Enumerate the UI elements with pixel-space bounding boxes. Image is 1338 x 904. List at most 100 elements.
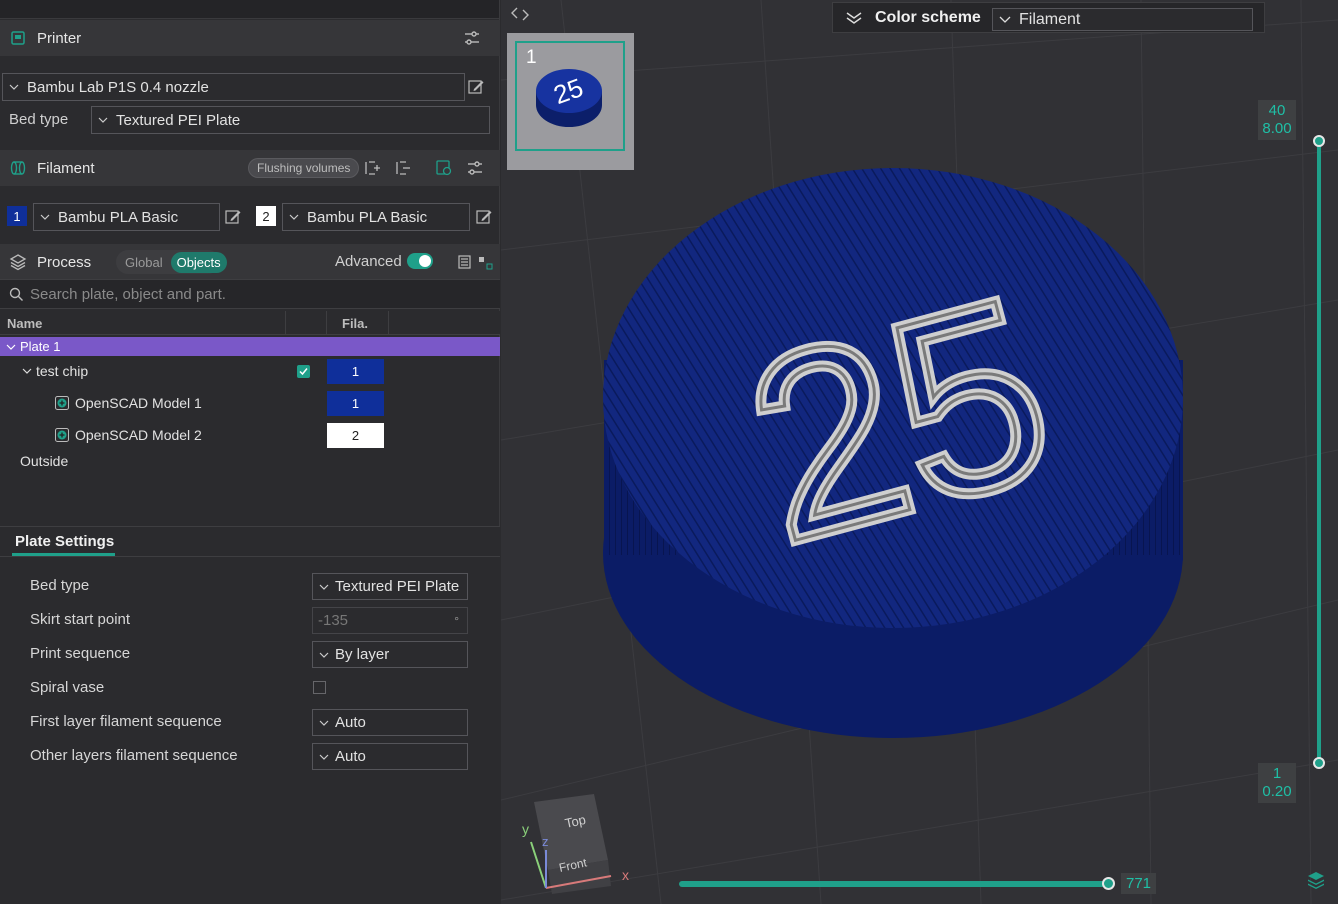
printer-model-select[interactable]: Bambu Lab P1S 0.4 nozzle bbox=[2, 73, 465, 101]
printer-section-header: Printer bbox=[0, 20, 500, 56]
advanced-toggle[interactable] bbox=[407, 253, 433, 269]
layers-icon bbox=[9, 253, 27, 271]
filament-section-header: Filament Flushing volumes bbox=[0, 150, 500, 186]
advanced-label: Advanced bbox=[335, 253, 402, 270]
ab-compare-icon[interactable] bbox=[476, 253, 496, 273]
ps-bed-type-label: Bed type bbox=[30, 577, 90, 594]
edit-printer-icon[interactable] bbox=[467, 78, 485, 96]
filament-1-index[interactable]: 1 bbox=[7, 206, 27, 226]
move-slider-value: 771 bbox=[1121, 873, 1157, 894]
printer-settings-icon[interactable] bbox=[462, 28, 482, 48]
layer-slider-top-handle[interactable] bbox=[1313, 135, 1325, 147]
ps-first-layer-label: First layer filament sequence bbox=[30, 713, 222, 730]
object-name: test chip bbox=[36, 363, 89, 379]
move-slider-handle[interactable] bbox=[1102, 877, 1115, 890]
chip-model[interactable]: 25 25 bbox=[501, 0, 1338, 904]
nav-cube[interactable]: Top Front x y z bbox=[516, 790, 656, 900]
filament-title: Filament bbox=[37, 159, 95, 177]
edit-filament-1-icon[interactable] bbox=[224, 208, 242, 226]
object-list-header: Name Fila. bbox=[0, 311, 500, 335]
global-option[interactable]: Global bbox=[125, 255, 163, 270]
layer-slider-track[interactable] bbox=[1317, 140, 1321, 764]
layers-view-icon[interactable] bbox=[1306, 870, 1326, 890]
layer-bottom-number: 1 bbox=[1272, 765, 1282, 782]
z-axis-label: z bbox=[542, 834, 549, 849]
move-slider-track[interactable] bbox=[679, 881, 1109, 887]
chevron-down-icon bbox=[319, 652, 329, 658]
plate-row[interactable]: Plate 1 bbox=[0, 337, 500, 356]
x-axis-label: x bbox=[622, 867, 629, 883]
ps-spiral-vase-checkbox[interactable] bbox=[313, 681, 326, 694]
3d-viewport[interactable]: 1 25 Color scheme Filament 25 25 40 8.00… bbox=[501, 0, 1338, 904]
chevron-down-icon[interactable] bbox=[6, 344, 16, 350]
part-row[interactable]: OpenSCAD Model 1 bbox=[55, 391, 202, 415]
ps-skirt-unit: ° bbox=[454, 613, 459, 628]
bed-type-select[interactable]: Textured PEI Plate bbox=[91, 106, 490, 134]
objects-option[interactable]: Objects bbox=[170, 251, 227, 273]
ps-bed-type-value: Textured PEI Plate bbox=[335, 578, 460, 595]
divider bbox=[0, 556, 500, 557]
ps-bed-type-select[interactable]: Textured PEI Plate bbox=[312, 573, 468, 600]
col-fila[interactable]: Fila. bbox=[342, 316, 368, 331]
chevron-down-icon bbox=[289, 214, 301, 220]
edit-filament-2-icon[interactable] bbox=[475, 208, 493, 226]
search-icon bbox=[9, 287, 24, 302]
ps-first-layer-select[interactable]: Auto bbox=[312, 709, 468, 736]
filament-2-index[interactable]: 2 bbox=[256, 206, 276, 226]
filament-1-name: Bambu PLA Basic bbox=[58, 208, 179, 226]
ps-print-sequence-select[interactable]: By layer bbox=[312, 641, 468, 668]
layer-top-label: 40 8.00 bbox=[1258, 100, 1296, 140]
filament-settings-icon[interactable] bbox=[465, 158, 485, 178]
object-row[interactable]: test chip bbox=[22, 359, 88, 383]
chevron-down-icon[interactable] bbox=[22, 368, 32, 374]
ps-other-layers-select[interactable]: Auto bbox=[312, 743, 468, 770]
add-filament-icon[interactable] bbox=[362, 158, 382, 178]
outside-row[interactable]: Outside bbox=[20, 449, 68, 473]
ps-other-layers-label: Other layers filament sequence bbox=[30, 747, 238, 764]
compare-presets-icon[interactable] bbox=[457, 252, 477, 272]
ps-first-layer-value: Auto bbox=[335, 714, 366, 731]
part-add-icon bbox=[55, 428, 69, 442]
search-placeholder: Search plate, object and part. bbox=[30, 285, 226, 303]
part-name: OpenSCAD Model 1 bbox=[75, 395, 202, 411]
layer-bottom-label: 1 0.20 bbox=[1258, 763, 1296, 803]
part-name: OpenSCAD Model 2 bbox=[75, 427, 202, 443]
filament-2-select[interactable]: Bambu PLA Basic bbox=[282, 203, 470, 231]
layer-top-height: 8.00 bbox=[1262, 120, 1292, 137]
layer-slider-bottom-handle[interactable] bbox=[1313, 757, 1325, 769]
filament-sync-icon[interactable] bbox=[434, 158, 454, 178]
chevron-down-icon bbox=[319, 720, 329, 726]
outside-label: Outside bbox=[20, 453, 69, 469]
ps-skirt-label: Skirt start point bbox=[30, 611, 131, 628]
plate-settings-tab[interactable]: Plate Settings bbox=[15, 533, 114, 550]
layer-bottom-height: 0.20 bbox=[1262, 783, 1292, 800]
process-title: Process bbox=[37, 253, 92, 271]
ps-skirt-value: -135 bbox=[318, 612, 349, 629]
part-2-filament[interactable]: 2 bbox=[327, 423, 384, 448]
remove-filament-icon[interactable] bbox=[393, 158, 413, 178]
ps-print-sequence-label: Print sequence bbox=[30, 645, 131, 662]
sidebar: Printer Bambu Lab P1S 0.4 nozzle Bed typ… bbox=[0, 0, 500, 904]
chevron-down-icon bbox=[319, 754, 329, 760]
object-filament[interactable]: 1 bbox=[327, 359, 384, 384]
bed-type-value: Textured PEI Plate bbox=[116, 111, 241, 129]
ps-print-sequence-value: By layer bbox=[335, 646, 390, 663]
chevron-down-icon bbox=[9, 84, 21, 90]
flushing-volumes-button[interactable]: Flushing volumes bbox=[248, 158, 360, 178]
bed-type-label: Bed type bbox=[9, 111, 69, 128]
filament-2-name: Bambu PLA Basic bbox=[307, 208, 428, 226]
ps-skirt-input[interactable]: -135 ° bbox=[312, 607, 468, 634]
plate-name: Plate 1 bbox=[20, 339, 61, 354]
object-search[interactable]: Search plate, object and part. bbox=[0, 279, 500, 309]
chevron-down-icon bbox=[40, 214, 52, 220]
col-name[interactable]: Name bbox=[7, 316, 42, 331]
sidebar-top-strip bbox=[0, 0, 499, 19]
process-scope-toggle[interactable]: Global Objects bbox=[116, 250, 227, 274]
filament-1-select[interactable]: Bambu PLA Basic bbox=[33, 203, 220, 231]
printer-title: Printer bbox=[37, 29, 82, 47]
object-printable-checkbox[interactable] bbox=[297, 365, 310, 378]
part-add-icon bbox=[55, 396, 69, 410]
layer-top-number: 40 bbox=[1268, 102, 1286, 119]
part-row[interactable]: OpenSCAD Model 2 bbox=[55, 423, 202, 447]
part-1-filament[interactable]: 1 bbox=[327, 391, 384, 416]
